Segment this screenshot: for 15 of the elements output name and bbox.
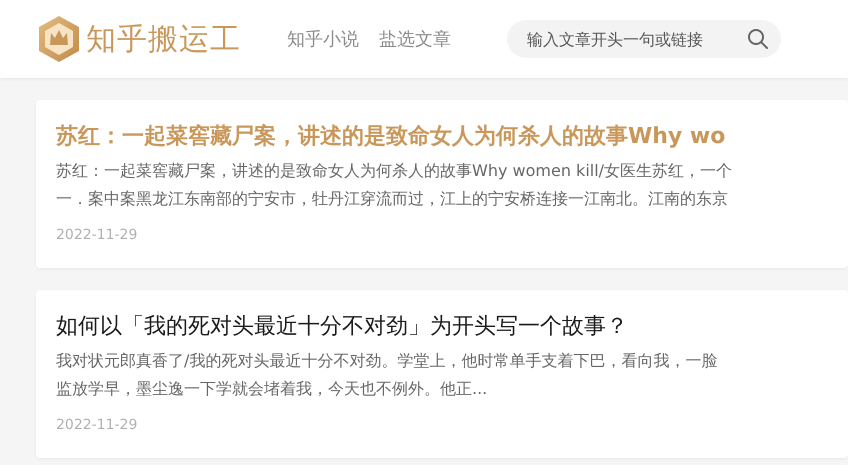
- nav-link[interactable]: 知乎小说: [287, 27, 359, 51]
- nav-link[interactable]: 盐选文章: [379, 27, 451, 51]
- crown-hexagon-logo-icon: [36, 14, 82, 64]
- article-excerpt: 一．案中案黑龙江东南部的宁安市，牡丹江穿流而过，江上的宁安桥连接一江南北。江南的东京: [56, 188, 728, 210]
- article-excerpt: 苏红：一起菜窖藏尸案，讲述的是致命女人为何杀人的故事Why women kill/女医生苏红，一个: [56, 160, 732, 182]
- site-logo-text[interactable]: 知乎搬运工: [86, 18, 241, 60]
- search-bar[interactable]: 输入文章开头一句或链接: [507, 20, 781, 58]
- search-field[interactable]: 输入文章开头一句或链接: [525, 28, 747, 50]
- article-date: 2022-11-29: [56, 227, 138, 243]
- article-excerpt: 我对状元郎真香了/我的死对头最近十分不对劲。学堂上，他时常单手支着下巴，看向我，一脸: [56, 350, 718, 372]
- search-icon[interactable]: [747, 28, 769, 50]
- article-title[interactable]: 如何以「我的死对头最近十分不对劲」为开头写一个故事？: [56, 312, 628, 342]
- article-title[interactable]: 苏红：一起菜窖藏尸案，讲述的是致命女人为何杀人的故事Why wo: [56, 122, 726, 152]
- article-date: 2022-11-29: [56, 417, 138, 433]
- article-excerpt: 监放学早，墨尘逸一下学就会堵着我，今天也不例外。他正...: [56, 378, 488, 400]
